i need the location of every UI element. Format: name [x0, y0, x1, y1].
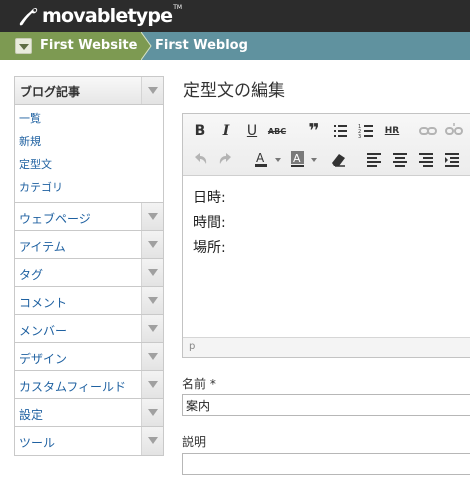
chevron-down-icon[interactable]: [141, 427, 163, 455]
sidebar-section-label: ブログ記事: [20, 85, 81, 99]
sidebar-item-assets[interactable]: アイテム: [15, 231, 163, 259]
sidebar-section-entries[interactable]: ブログ記事: [15, 77, 163, 105]
chevron-down-icon[interactable]: [141, 77, 163, 104]
editor-line: 日時:: [193, 190, 226, 206]
editor-line: 時間:: [193, 215, 226, 231]
website-dropdown-icon[interactable]: [15, 38, 32, 54]
horizontal-rule-button[interactable]: HR: [381, 120, 403, 142]
sidebar-item-label: デザイン: [19, 352, 68, 366]
sidebar-item-settings[interactable]: 設定: [15, 399, 163, 427]
sidebar-subitem-templates[interactable]: 定型文: [19, 153, 163, 176]
logo-text: movabletype: [42, 5, 173, 27]
insert-link-icon[interactable]: [417, 120, 439, 142]
logo-icon: [19, 7, 38, 26]
sidebar-item-tools[interactable]: ツール: [15, 427, 163, 455]
breadcrumb-separator-icon: [141, 32, 152, 60]
indent-icon[interactable]: [441, 148, 463, 170]
align-left-icon[interactable]: [363, 148, 385, 170]
sidebar-subitem-categories[interactable]: カテゴリ: [19, 176, 163, 199]
website-crumb[interactable]: First Website: [0, 32, 141, 60]
unlink-icon[interactable]: [443, 120, 465, 142]
align-center-icon[interactable]: [389, 148, 411, 170]
name-field[interactable]: [182, 394, 470, 416]
sidebar-item-custom-fields[interactable]: カスタムフィールド: [15, 371, 163, 399]
svg-text:A: A: [293, 152, 301, 165]
blockquote-button[interactable]: ❞: [303, 120, 325, 142]
sidebar-item-label: アイテム: [19, 240, 66, 254]
chevron-down-icon[interactable]: [141, 315, 163, 342]
editor-line: 場所:: [193, 240, 226, 256]
breadcrumb: First Website First Weblog: [0, 32, 470, 60]
underline-button[interactable]: U: [241, 120, 263, 142]
rich-text-editor[interactable]: B I U ABC ❞ 1 2 3 HR A A 日時: 時間: 場所: p: [182, 113, 470, 358]
numbered-list-icon[interactable]: 1 2 3: [355, 120, 377, 142]
chevron-down-icon[interactable]: [141, 343, 163, 370]
sidebar-item-label: ウェブページ: [19, 212, 91, 226]
sidebar-item-label: メンバー: [19, 324, 68, 338]
sidebar-subitem-new[interactable]: 新規: [19, 130, 163, 153]
name-label: 名前 *: [182, 377, 216, 391]
sidebar-item-comments[interactable]: コメント: [15, 287, 163, 315]
bulleted-list-icon[interactable]: [329, 120, 351, 142]
chevron-down-icon[interactable]: [141, 259, 163, 286]
sidebar-item-members[interactable]: メンバー: [15, 315, 163, 343]
element-path[interactable]: p: [189, 341, 195, 352]
sidebar-item-label: タグ: [19, 268, 44, 282]
text-color-icon[interactable]: A: [251, 148, 285, 170]
editor-toolbar: B I U ABC ❞ 1 2 3 HR A A: [183, 114, 470, 176]
background-color-icon[interactable]: A: [287, 148, 321, 170]
italic-button[interactable]: I: [215, 120, 237, 142]
chevron-down-icon[interactable]: [141, 371, 163, 398]
description-label: 説明: [182, 435, 207, 449]
align-right-icon[interactable]: [415, 148, 437, 170]
description-field[interactable]: [182, 453, 470, 475]
svg-text:3: 3: [358, 134, 361, 140]
svg-text:A: A: [256, 151, 265, 165]
movabletype-logo[interactable]: movabletype TM: [16, 4, 182, 28]
strikethrough-button[interactable]: ABC: [266, 120, 288, 142]
top-header: movabletype TM: [0, 0, 470, 32]
sidebar-menu: ブログ記事 一覧 新規 定型文 カテゴリ ウェブページ アイテム タグ コメント…: [14, 76, 164, 456]
page-title: 定型文の編集: [183, 81, 285, 101]
redo-icon[interactable]: [215, 148, 237, 170]
sidebar-item-label: コメント: [19, 296, 68, 310]
website-label[interactable]: First Website: [40, 38, 137, 53]
chevron-down-icon[interactable]: [141, 399, 163, 426]
blog-label[interactable]: First Weblog: [155, 38, 248, 53]
sidebar-item-label: 設定: [19, 408, 44, 422]
editor-content[interactable]: 日時: 時間: 場所:: [193, 186, 226, 261]
sidebar-item-tags[interactable]: タグ: [15, 259, 163, 287]
eraser-icon[interactable]: [327, 148, 349, 170]
sidebar-subitem-list[interactable]: 一覧: [19, 107, 163, 130]
sidebar-submenu: 一覧 新規 定型文 カテゴリ: [15, 105, 163, 203]
sidebar-item-webpages[interactable]: ウェブページ: [15, 203, 163, 231]
sidebar-item-design[interactable]: デザイン: [15, 343, 163, 371]
logo-trademark: TM: [173, 3, 183, 11]
chevron-down-icon[interactable]: [141, 231, 163, 258]
undo-icon[interactable]: [189, 148, 211, 170]
sidebar-item-label: カスタムフィールド: [19, 380, 127, 394]
chevron-down-icon[interactable]: [141, 203, 163, 230]
editor-statusbar: p: [183, 337, 470, 357]
bold-button[interactable]: B: [189, 120, 211, 142]
chevron-down-icon[interactable]: [141, 287, 163, 314]
sidebar-item-label: ツール: [19, 436, 56, 450]
